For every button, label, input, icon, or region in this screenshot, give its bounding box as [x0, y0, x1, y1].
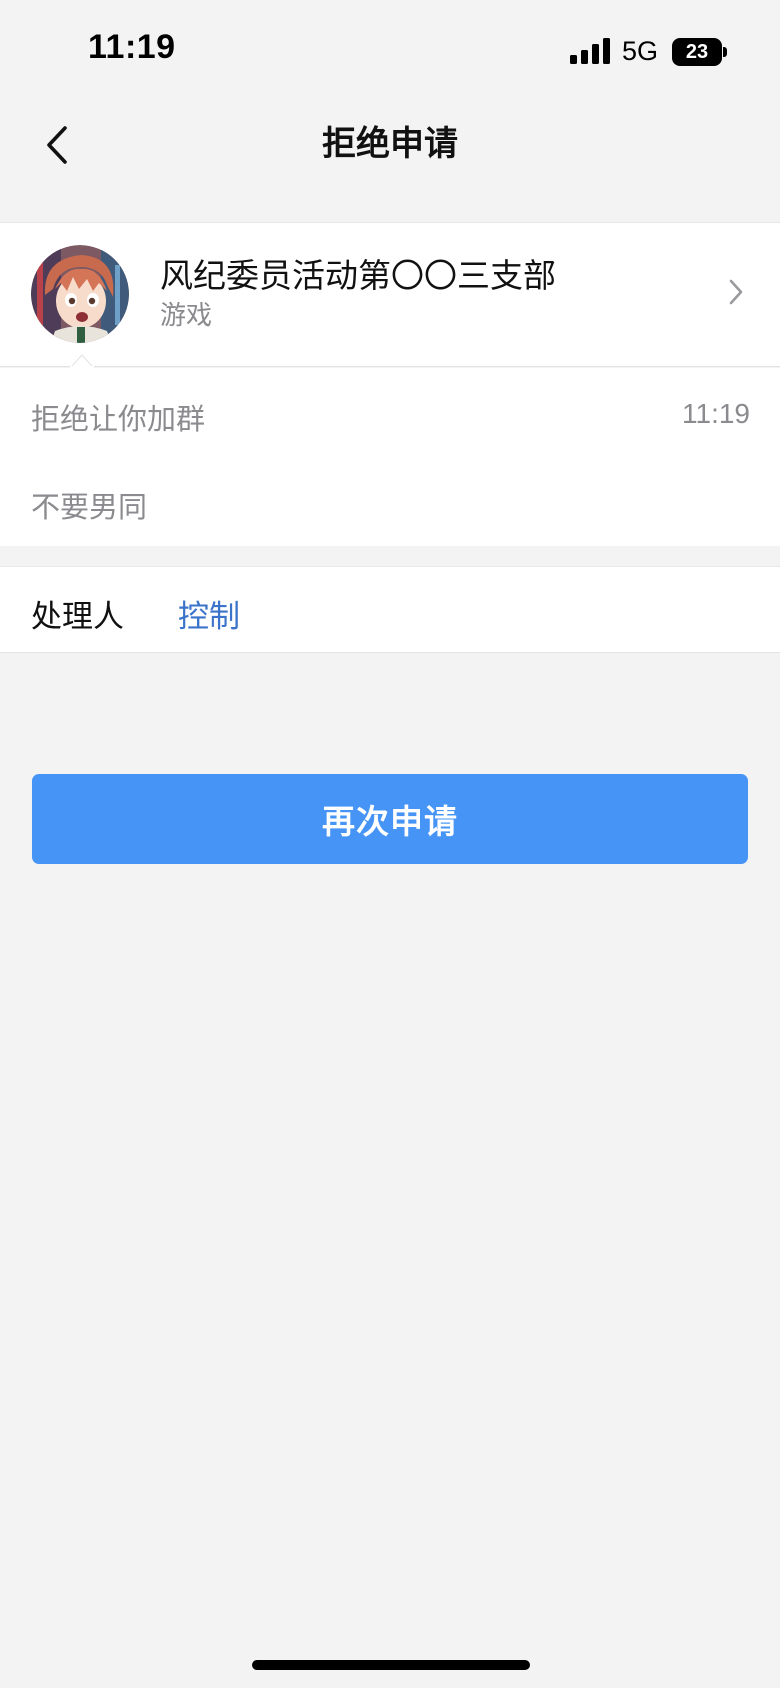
handler-row: 处理人 控制 — [0, 566, 780, 653]
pointer-notch — [70, 354, 94, 368]
status-bar: 11:19 5G 23 — [0, 0, 780, 96]
battery-icon: 23 — [672, 38, 727, 66]
rejection-message-card: 拒绝让你加群 11:19 不要男同 — [0, 368, 780, 546]
page-title: 拒绝申请 — [322, 124, 458, 164]
group-card[interactable]: 风纪委员活动第〇〇三支部 游戏 — [0, 222, 780, 367]
handler-label: 处理人 — [31, 599, 124, 635]
battery-tip — [723, 47, 727, 57]
chevron-right-icon — [729, 279, 743, 305]
signal-bars-icon — [570, 38, 610, 64]
message-time: 11:19 — [682, 398, 750, 429]
battery-level: 23 — [672, 38, 722, 66]
nav-bar: 拒绝申请 — [0, 96, 780, 194]
status-time: 11:19 — [88, 28, 176, 66]
group-avatar — [31, 245, 129, 343]
home-indicator[interactable] — [252, 1660, 530, 1670]
anime-avatar-icon — [31, 245, 129, 343]
group-category: 游戏 — [160, 301, 213, 331]
group-name: 风纪委员活动第〇〇三支部 — [160, 256, 556, 295]
network-type: 5G — [622, 36, 659, 66]
message-body: 不要男同 — [31, 490, 148, 524]
handler-name-link[interactable]: 控制 — [178, 591, 240, 636]
reapply-button[interactable]: 再次申请 — [32, 774, 748, 864]
message-title: 拒绝让你加群 — [31, 402, 206, 436]
